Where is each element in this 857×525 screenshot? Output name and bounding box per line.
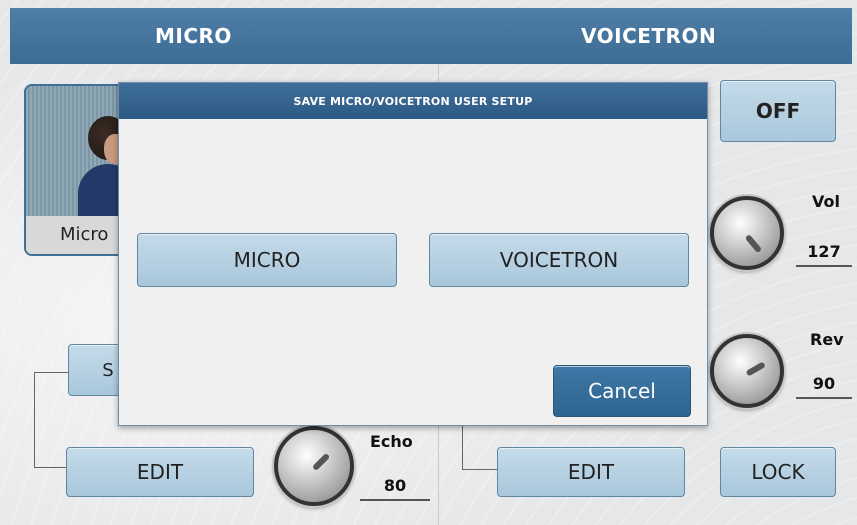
rev-label: Rev bbox=[810, 330, 844, 349]
save-voicetron-button[interactable]: VOICETRON bbox=[429, 233, 689, 287]
micro-bracket bbox=[34, 372, 68, 468]
micro-edit-button[interactable]: EDIT bbox=[66, 447, 254, 497]
lock-button[interactable]: LOCK bbox=[720, 447, 836, 497]
tab-micro[interactable]: MICRO bbox=[10, 8, 426, 64]
screen: MICRO VOICETRON Micro S EDIT Echo 80 OFF… bbox=[0, 0, 857, 525]
vol-value: 127 bbox=[796, 242, 852, 267]
voicetron-edit-button[interactable]: EDIT bbox=[497, 447, 685, 497]
header-bar: MICRO VOICETRON bbox=[10, 8, 852, 64]
tab-voicetron[interactable]: VOICETRON bbox=[426, 8, 852, 64]
echo-knob-icon[interactable] bbox=[274, 426, 354, 506]
voicetron-off-button[interactable]: OFF bbox=[720, 80, 836, 142]
micro-preset-caption: Micro bbox=[26, 216, 132, 254]
rev-knob-icon[interactable] bbox=[710, 334, 784, 408]
echo-label: Echo bbox=[370, 432, 413, 451]
save-micro-button[interactable]: MICRO bbox=[137, 233, 397, 287]
singer-photo bbox=[26, 86, 132, 224]
vol-label: Vol bbox=[812, 192, 840, 211]
save-setup-dialog: SAVE MICRO/VOICETRON USER SETUP MICRO VO… bbox=[118, 82, 708, 426]
voicetron-bracket bbox=[462, 426, 497, 470]
dialog-title: SAVE MICRO/VOICETRON USER SETUP bbox=[119, 83, 707, 119]
cancel-button[interactable]: Cancel bbox=[553, 365, 691, 417]
echo-value: 80 bbox=[360, 476, 430, 501]
vol-knob-icon[interactable] bbox=[710, 196, 784, 270]
rev-value: 90 bbox=[796, 374, 852, 399]
